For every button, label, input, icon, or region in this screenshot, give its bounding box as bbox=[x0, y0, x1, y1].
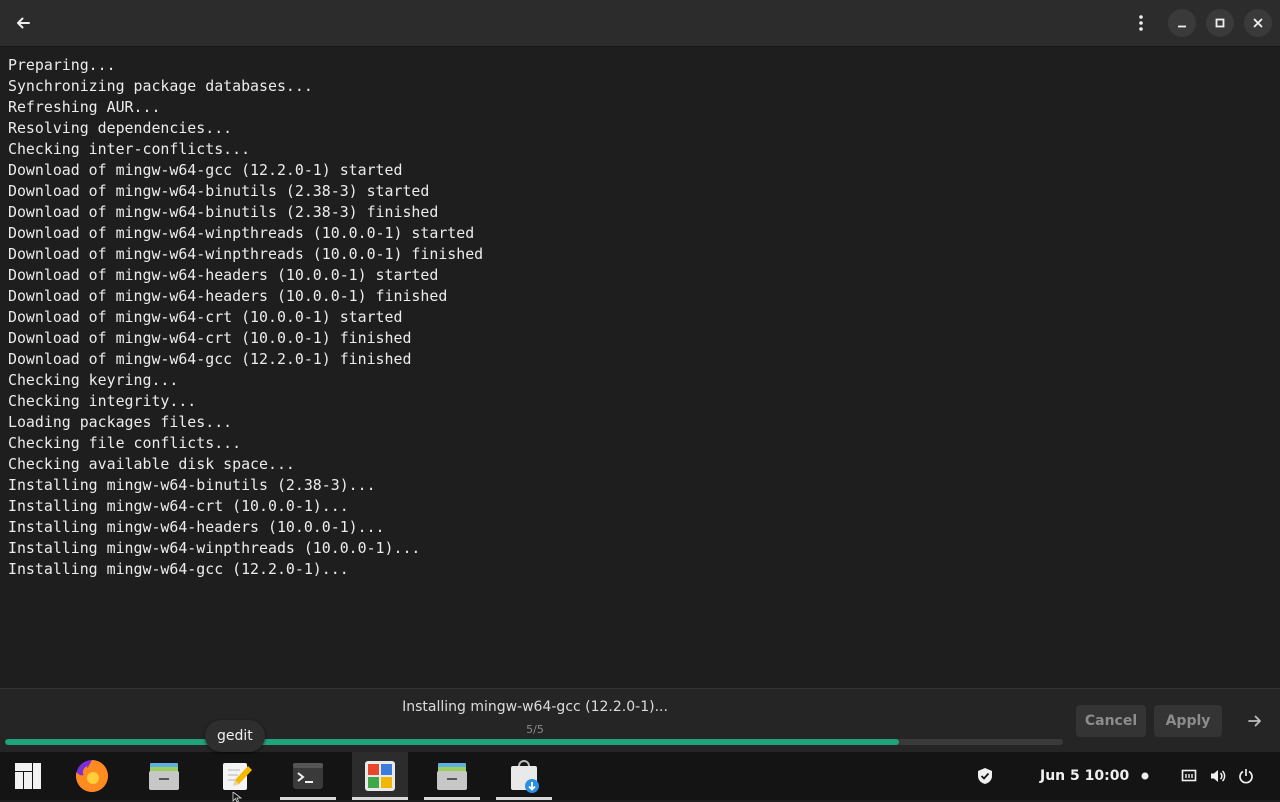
taskbar-settings-manager[interactable] bbox=[352, 752, 408, 800]
network-button[interactable] bbox=[1181, 752, 1197, 800]
app-menu-button[interactable] bbox=[0, 752, 56, 800]
power-icon bbox=[1239, 769, 1253, 784]
shield-button[interactable] bbox=[976, 752, 994, 800]
file-manager-icon bbox=[149, 763, 179, 790]
log-line: Download of mingw-w64-binutils (2.38-3) … bbox=[8, 182, 430, 200]
maximize-icon bbox=[1215, 18, 1225, 28]
details-button[interactable] bbox=[1240, 705, 1270, 737]
arrow-right-icon bbox=[1248, 715, 1261, 727]
taskbar-software[interactable] bbox=[496, 752, 552, 800]
tooltip-gedit: gedit bbox=[205, 720, 265, 752]
settings-manager-icon bbox=[365, 761, 395, 791]
firefox-icon bbox=[75, 760, 108, 792]
log-line: Preparing... bbox=[8, 56, 116, 74]
log-line: Installing mingw-w64-headers (10.0.0-1).… bbox=[8, 518, 385, 536]
log-line: Checking available disk space... bbox=[8, 455, 295, 473]
terminal-icon bbox=[293, 763, 323, 789]
menu-button[interactable] bbox=[1127, 9, 1155, 37]
log-line: Installing mingw-w64-winpthreads (10.0.0… bbox=[8, 539, 421, 557]
log-line: Download of mingw-w64-headers (10.0.0-1)… bbox=[8, 266, 439, 284]
file-manager-icon bbox=[437, 763, 467, 790]
text-editor-icon bbox=[223, 763, 252, 790]
log-line: Download of mingw-w64-crt (10.0.0-1) sta… bbox=[8, 308, 403, 326]
log-line: Download of mingw-w64-gcc (12.2.0-1) sta… bbox=[8, 161, 403, 179]
log-line: Download of mingw-w64-winpthreads (10.0.… bbox=[8, 224, 475, 242]
close-icon bbox=[1253, 18, 1263, 28]
power-button[interactable] bbox=[1238, 752, 1254, 800]
taskbar-files[interactable] bbox=[136, 752, 192, 800]
shield-check-icon bbox=[978, 768, 992, 784]
log-line: Checking inter-conflicts... bbox=[8, 140, 251, 158]
apply-button[interactable]: Apply bbox=[1154, 705, 1222, 737]
package-manager-icon bbox=[511, 760, 539, 793]
log-line: Checking keyring... bbox=[8, 371, 179, 389]
back-button[interactable] bbox=[9, 9, 37, 37]
header-bar bbox=[0, 0, 1280, 47]
log-line: Download of mingw-w64-binutils (2.38-3) … bbox=[8, 203, 439, 221]
minimize-icon bbox=[1178, 25, 1186, 28]
log-lines: Preparing... Synchronizing package databa… bbox=[8, 55, 483, 580]
taskbar: Jun 5 10:00 bbox=[0, 752, 1280, 800]
notification-indicator[interactable] bbox=[1140, 752, 1150, 800]
cancel-button[interactable]: Cancel bbox=[1076, 705, 1146, 737]
log-line: Checking integrity... bbox=[8, 392, 197, 410]
arrow-left-icon bbox=[17, 17, 30, 29]
log-line: Installing mingw-w64-crt (10.0.0-1)... bbox=[8, 497, 349, 515]
vertical-dots-icon bbox=[1139, 15, 1143, 31]
log-line: Installing mingw-w64-binutils (2.38-3)..… bbox=[8, 476, 376, 494]
clock[interactable]: Jun 5 10:00 bbox=[1040, 752, 1129, 800]
close-button[interactable] bbox=[1244, 9, 1272, 37]
taskbar-firefox[interactable] bbox=[64, 752, 120, 800]
progress-step: 5/5 bbox=[526, 723, 544, 736]
volume-button[interactable] bbox=[1209, 752, 1227, 800]
maximize-button[interactable] bbox=[1206, 9, 1234, 37]
taskbar-terminal[interactable] bbox=[280, 752, 336, 800]
progress-panel: Installing mingw-w64-gcc (12.2.0-1)... 5… bbox=[0, 688, 1280, 753]
log-line: Checking file conflicts... bbox=[8, 434, 242, 452]
log-line: Loading packages files... bbox=[8, 413, 233, 431]
log-line: Installing mingw-w64-gcc (12.2.0-1)... bbox=[8, 560, 349, 578]
manjaro-logo-icon bbox=[15, 763, 41, 789]
progress-status: Installing mingw-w64-gcc (12.2.0-1)... bbox=[402, 699, 668, 715]
log-line: Resolving dependencies... bbox=[8, 119, 233, 137]
log-line: Synchronizing package databases... bbox=[8, 77, 313, 95]
log-line: Download of mingw-w64-headers (10.0.0-1)… bbox=[8, 287, 448, 305]
log-line: Download of mingw-w64-crt (10.0.0-1) fin… bbox=[8, 329, 412, 347]
notification-dot-icon bbox=[1141, 772, 1149, 780]
volume-icon bbox=[1211, 770, 1226, 782]
log-line: Download of mingw-w64-gcc (12.2.0-1) fin… bbox=[8, 350, 412, 368]
progress-bar bbox=[5, 739, 1063, 745]
log-line: Download of mingw-w64-winpthreads (10.0.… bbox=[8, 245, 484, 263]
minimize-button[interactable] bbox=[1168, 9, 1196, 37]
progress-bar-fill bbox=[5, 739, 899, 745]
transaction-log[interactable]: Preparing... Synchronizing package databa… bbox=[0, 47, 1280, 687]
taskbar-files-2[interactable] bbox=[424, 752, 480, 800]
mouse-cursor-icon bbox=[232, 792, 243, 802]
wired-network-icon bbox=[1181, 769, 1197, 782]
log-line: Refreshing AUR... bbox=[8, 98, 161, 116]
